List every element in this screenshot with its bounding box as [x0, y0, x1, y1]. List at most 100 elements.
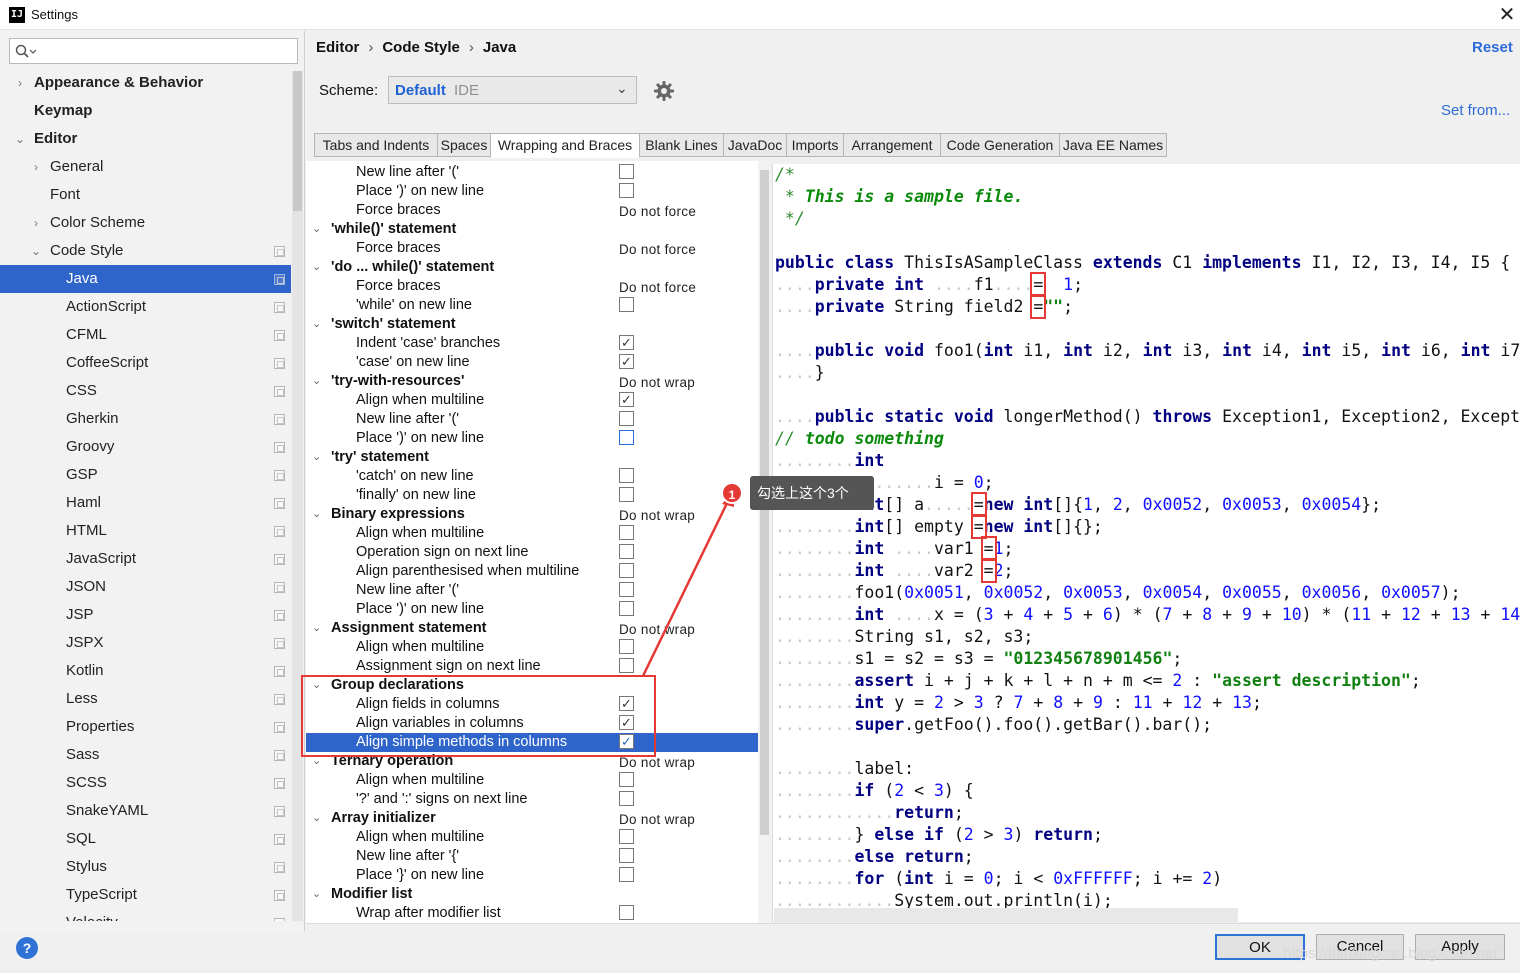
option-checkbox[interactable] [619, 848, 634, 863]
tree-item-coffeescript[interactable]: CoffeeScript [0, 349, 291, 377]
chevron-right-icon[interactable]: › [30, 209, 42, 237]
option-checkbox[interactable] [619, 582, 634, 597]
set-from-link[interactable]: Set from... [1441, 102, 1510, 119]
scheme-select[interactable]: Default IDE ⌄ [388, 76, 637, 104]
option-checkbox[interactable] [619, 905, 634, 920]
tree-item-snakeyaml[interactable]: SnakeYAML [0, 797, 291, 825]
tree-item-appearance-behavior[interactable]: › Appearance & Behavior [0, 69, 291, 97]
option-checkbox[interactable] [619, 430, 634, 445]
option-row[interactable]: Operation sign on next line [306, 543, 758, 562]
option-checkbox[interactable] [619, 772, 634, 787]
reset-link[interactable]: Reset [1472, 39, 1513, 56]
tab-javadoc[interactable]: JavaDoc [723, 133, 787, 157]
option-group[interactable]: ⌄ 'try' statement [306, 448, 758, 467]
option-row[interactable]: Align when multiline [306, 638, 758, 657]
option-row[interactable]: 'finally' on new line [306, 486, 758, 505]
tab-blank-lines[interactable]: Blank Lines [639, 133, 724, 157]
option-checkbox[interactable] [619, 164, 634, 179]
option-row[interactable]: Indent 'case' branches ✓ [306, 334, 758, 353]
option-row[interactable]: 'case' on new line ✓ [306, 353, 758, 372]
option-group[interactable]: ⌄ Modifier list [306, 885, 758, 904]
tree-item-general[interactable]: › General [0, 153, 291, 181]
chevron-down-icon[interactable]: ⌄ [312, 885, 321, 904]
option-checkbox[interactable] [619, 639, 634, 654]
tree-item-editor[interactable]: ⌄ Editor [0, 125, 291, 153]
tree-item-jspx[interactable]: JSPX [0, 629, 291, 657]
chevron-down-icon[interactable]: ⌄ [312, 220, 321, 239]
option-row[interactable]: Align when multiline [306, 828, 758, 847]
option-row[interactable]: Wrap after modifier list [306, 904, 758, 923]
chevron-right-icon[interactable]: › [14, 69, 26, 97]
tree-item-jsp[interactable]: JSP [0, 601, 291, 629]
tree-item-typescript[interactable]: TypeScript [0, 881, 291, 909]
tree-item-stylus[interactable]: Stylus [0, 853, 291, 881]
chevron-down-icon[interactable]: ⌄ [312, 372, 321, 391]
code-horizontal-scrollbar[interactable] [774, 908, 1238, 922]
chevron-down-icon[interactable]: ⌄ [312, 619, 321, 638]
option-value-select[interactable]: Do not force [619, 202, 696, 221]
option-group[interactable]: ⌄ 'try-with-resources' Do not wrap [306, 372, 758, 391]
tree-item-html[interactable]: HTML [0, 517, 291, 545]
gear-icon[interactable] [653, 80, 675, 102]
tree-item-font[interactable]: Font [0, 181, 291, 209]
option-checkbox[interactable]: ✓ [619, 335, 634, 350]
help-icon[interactable]: ? [16, 937, 38, 959]
tree-item-color-scheme[interactable]: › Color Scheme [0, 209, 291, 237]
tree-item-code-style[interactable]: ⌄ Code Style [0, 237, 291, 265]
chevron-down-icon[interactable]: ⌄ [312, 505, 321, 524]
option-row[interactable]: Assignment sign on next line [306, 657, 758, 676]
option-checkbox[interactable] [619, 829, 634, 844]
tab-spaces[interactable]: Spaces [437, 133, 491, 157]
option-checkbox[interactable] [619, 525, 634, 540]
chevron-down-icon[interactable]: ⌄ [312, 448, 321, 467]
option-checkbox[interactable] [619, 468, 634, 483]
tree-item-scss[interactable]: SCSS [0, 769, 291, 797]
tree-item-gsp[interactable]: GSP [0, 461, 291, 489]
option-row[interactable]: New line after '(' [306, 163, 758, 182]
option-checkbox[interactable] [619, 487, 634, 502]
chevron-right-icon[interactable]: › [30, 153, 42, 181]
option-value-select[interactable]: Do not wrap [619, 373, 695, 392]
option-row[interactable]: Place ')' on new line [306, 429, 758, 448]
tree-item-json[interactable]: JSON [0, 573, 291, 601]
tab-arrangement[interactable]: Arrangement [843, 133, 941, 157]
tree-item-less[interactable]: Less [0, 685, 291, 713]
tree-item-keymap[interactable]: Keymap [0, 97, 291, 125]
option-checkbox[interactable]: ✓ [619, 354, 634, 369]
tree-item-kotlin[interactable]: Kotlin [0, 657, 291, 685]
option-checkbox[interactable] [619, 183, 634, 198]
chevron-down-icon[interactable]: ⌄ [312, 258, 321, 277]
option-checkbox[interactable] [619, 563, 634, 578]
option-row[interactable]: 'while' on new line [306, 296, 758, 315]
option-value-select[interactable]: Do not wrap [619, 506, 695, 525]
option-checkbox[interactable] [619, 601, 634, 616]
tab-java-ee-names[interactable]: Java EE Names [1059, 133, 1167, 157]
option-checkbox[interactable] [619, 791, 634, 806]
chevron-down-icon[interactable]: ⌄ [30, 237, 42, 265]
option-value-select[interactable]: Do not force [619, 278, 696, 297]
option-row[interactable]: New line after '{' [306, 847, 758, 866]
tree-item-css[interactable]: CSS [0, 377, 291, 405]
tree-item-java[interactable]: Java [0, 265, 291, 293]
option-value-select[interactable]: Do not wrap [619, 810, 695, 829]
breadcrumb-code-style[interactable]: Code Style [382, 39, 460, 56]
option-row[interactable]: Align when multiline [306, 771, 758, 790]
option-value-select[interactable]: Do not wrap [619, 620, 695, 639]
tree-item-actionscript[interactable]: ActionScript [0, 293, 291, 321]
option-group[interactable]: ⌄ 'while()' statement [306, 220, 758, 239]
tree-item-sass[interactable]: Sass [0, 741, 291, 769]
tree-item-cfml[interactable]: CFML [0, 321, 291, 349]
tab-imports[interactable]: Imports [786, 133, 844, 157]
search-input[interactable] [9, 38, 298, 64]
option-row[interactable]: Place ')' on new line [306, 182, 758, 201]
option-row[interactable]: Force braces Do not force [306, 239, 758, 258]
option-checkbox[interactable] [619, 658, 634, 673]
option-row[interactable]: New line after '(' [306, 410, 758, 429]
option-checkbox[interactable] [619, 867, 634, 882]
tree-item-haml[interactable]: Haml [0, 489, 291, 517]
option-group[interactable]: ⌄ Binary expressions Do not wrap [306, 505, 758, 524]
option-row[interactable]: Force braces Do not force [306, 201, 758, 220]
option-row[interactable]: 'catch' on new line [306, 467, 758, 486]
option-row[interactable]: Place ')' on new line [306, 600, 758, 619]
tab-code-generation[interactable]: Code Generation [940, 133, 1060, 157]
